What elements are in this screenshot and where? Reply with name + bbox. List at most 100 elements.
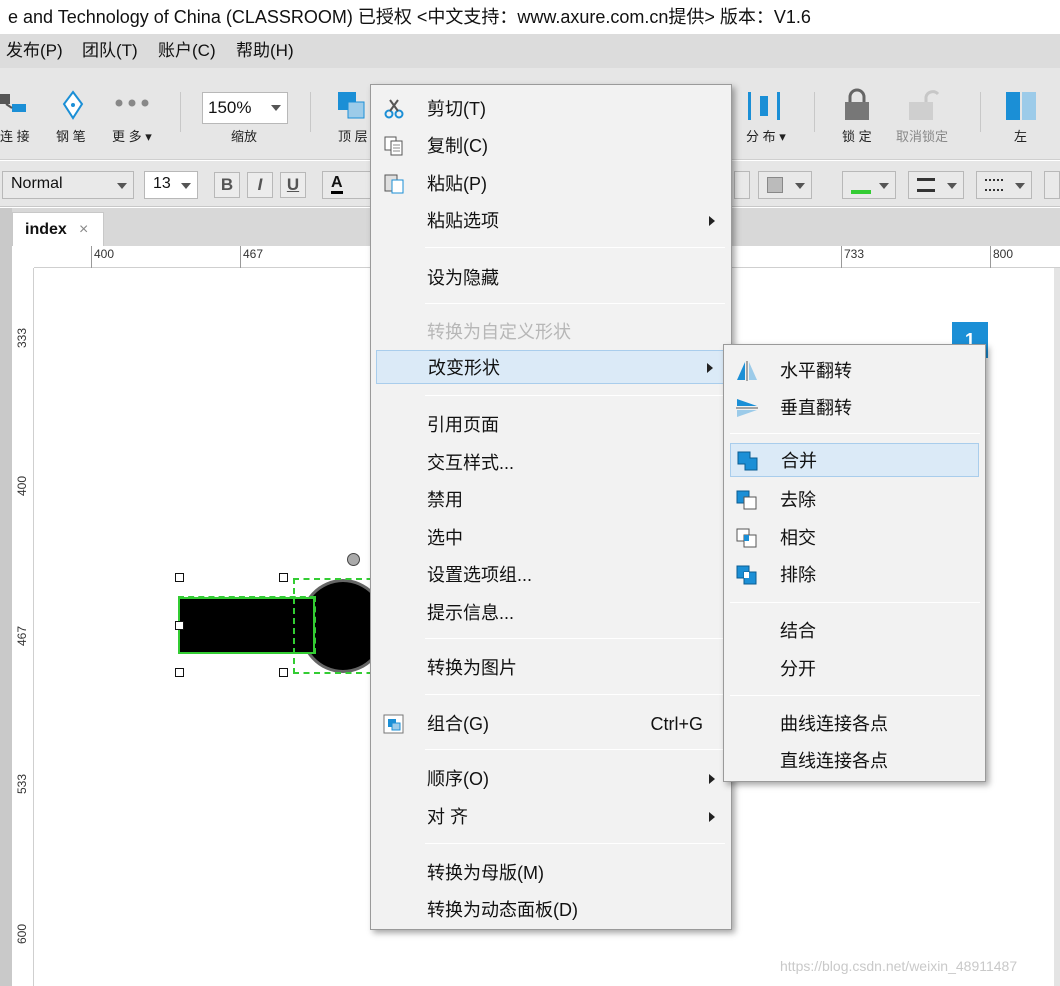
distribute-icon[interactable]: [746, 90, 782, 122]
resize-handle[interactable]: [175, 621, 184, 630]
group-icon: [383, 714, 404, 734]
window-title: e and Technology of China (CLASSROOM) 已授…: [0, 0, 1060, 34]
line-color-select[interactable]: [842, 171, 896, 199]
menu-separator: [730, 433, 980, 434]
more-label[interactable]: 更 多 ▾: [112, 126, 152, 145]
left-panel-edge[interactable]: [0, 208, 12, 986]
style-value: Normal: [11, 175, 63, 192]
menu-item-group[interactable]: 组合(G) Ctrl+G: [371, 707, 731, 741]
menu-item-label: 组合(G): [427, 714, 489, 734]
menu-item-order[interactable]: 顺序(O): [371, 762, 731, 796]
chevron-right-icon: [709, 774, 715, 784]
menu-item-interaction-style[interactable]: 交互样式...: [371, 446, 731, 480]
toolbar-divider: [814, 92, 815, 132]
connect-icon[interactable]: [0, 90, 30, 120]
submenu-item-subtract[interactable]: 去除: [724, 483, 985, 517]
resize-handle[interactable]: [279, 573, 288, 582]
unlock-icon[interactable]: [906, 88, 940, 122]
menu-bar: 发布(P) 团队(T) 账户(C) 帮助(H): [0, 34, 1060, 68]
submenu-item-intersect[interactable]: 相交: [724, 521, 985, 555]
style-select[interactable]: Normal: [2, 171, 134, 199]
resize-handle[interactable]: [175, 668, 184, 677]
menu-item-label: 转换为母版(M): [427, 863, 544, 883]
union-icon: [737, 451, 758, 471]
submenu-item-label: 结合: [780, 621, 816, 641]
menu-item-paste[interactable]: 粘贴(P): [371, 167, 731, 201]
lock-icon[interactable]: [842, 88, 872, 122]
more-icon[interactable]: [114, 98, 150, 108]
toolbar-divider: [310, 92, 311, 132]
submenu-item-union[interactable]: 合并: [730, 443, 979, 477]
intersect-icon: [736, 528, 757, 548]
bring-to-front-icon[interactable]: [336, 90, 368, 122]
menu-item-paste-options[interactable]: 粘贴选项: [371, 204, 731, 238]
chevron-down-icon: [947, 183, 957, 189]
italic-button[interactable]: I: [247, 172, 273, 198]
line-style-select[interactable]: [976, 171, 1032, 199]
menu-item-reference-page[interactable]: 引用页面: [371, 408, 731, 442]
submenu-item-flip-vertical[interactable]: 垂直翻转: [724, 391, 985, 425]
menu-help[interactable]: 帮助(H): [236, 34, 294, 68]
resize-handle[interactable]: [279, 668, 288, 677]
menu-item-option-group[interactable]: 设置选项组...: [371, 558, 731, 592]
copy-icon: [384, 136, 403, 156]
rotate-handle[interactable]: [347, 553, 360, 566]
toolbar-divider: [980, 92, 981, 132]
menu-item-change-shape[interactable]: 改变形状: [376, 350, 730, 384]
menu-team[interactable]: 团队(T): [82, 34, 138, 68]
submenu-item-flip-horizontal[interactable]: 水平翻转: [724, 354, 985, 388]
submenu-item-separate[interactable]: 分开: [724, 652, 985, 686]
zoom-select[interactable]: 150%: [202, 92, 288, 124]
shadow-select[interactable]: [758, 171, 812, 199]
front-label: 顶 层: [338, 129, 368, 144]
tab-index[interactable]: index ×: [12, 212, 104, 246]
subtract-icon: [736, 490, 757, 510]
menu-item-label: 改变形状: [428, 358, 500, 378]
submenu-item-combine[interactable]: 结合: [724, 614, 985, 648]
close-icon[interactable]: ×: [79, 221, 88, 239]
underline-button[interactable]: U: [280, 172, 306, 198]
ruler-label: 800: [993, 247, 1014, 261]
arrow-style-select[interactable]: [1044, 171, 1060, 199]
font-size-select[interactable]: 13: [144, 171, 198, 199]
font-color-select[interactable]: A: [322, 171, 372, 199]
menu-item-align[interactable]: 对 齐: [371, 800, 731, 834]
fill-select[interactable]: [734, 171, 750, 199]
menu-publish[interactable]: 发布(P): [6, 34, 63, 68]
menu-item-label: 转换为图片: [427, 658, 517, 678]
bold-button[interactable]: B: [214, 172, 240, 198]
menu-item-label: 提示信息...: [427, 603, 515, 623]
scissors-icon: [384, 99, 404, 119]
resize-handle[interactable]: [175, 573, 184, 582]
ruler-label: 467: [243, 247, 264, 261]
menu-separator: [425, 303, 725, 304]
line-width-select[interactable]: [908, 171, 964, 199]
menu-item-label: 粘贴选项: [427, 211, 499, 231]
menu-item-select[interactable]: 选中: [371, 521, 731, 555]
canvas-scroll-edge[interactable]: [1054, 268, 1060, 986]
font-size-value: 13: [153, 175, 171, 192]
pen-icon[interactable]: [60, 90, 86, 120]
align-left-icon[interactable]: [1004, 90, 1040, 122]
ruler-tick: [990, 246, 991, 268]
menu-item-convert-master[interactable]: 转换为母版(M): [371, 856, 731, 890]
menu-item-hide[interactable]: 设为隐藏: [371, 261, 731, 295]
submenu-item-curve-connect[interactable]: 曲线连接各点: [724, 707, 985, 741]
change-shape-submenu: 水平翻转 垂直翻转 合并 去除 相交 排除 结合 分开 曲线连接各点 直线连接各…: [723, 344, 986, 782]
submenu-item-line-connect[interactable]: 直线连接各点: [724, 744, 985, 778]
menu-account[interactable]: 账户(C): [158, 34, 216, 68]
submenu-item-label: 相交: [780, 528, 816, 548]
menu-item-shortcut: Ctrl+G: [650, 714, 703, 734]
menu-item-disable[interactable]: 禁用: [371, 483, 731, 517]
menu-item-label: 对 齐: [427, 807, 469, 827]
line-width-icon: [917, 178, 935, 192]
chevron-down-icon: [117, 183, 127, 189]
menu-item-convert-image[interactable]: 转换为图片: [371, 651, 731, 685]
menu-item-copy[interactable]: 复制(C): [371, 129, 731, 163]
menu-item-tooltip[interactable]: 提示信息...: [371, 596, 731, 630]
menu-item-cut[interactable]: 剪切(T): [371, 92, 731, 126]
submenu-item-exclude[interactable]: 排除: [724, 558, 985, 592]
menu-item-convert-dynamic-panel[interactable]: 转换为动态面板(D): [371, 893, 731, 927]
distribute-label[interactable]: 分 布 ▾: [746, 126, 786, 145]
watermark: https://blog.csdn.net/weixin_48911487: [780, 958, 1018, 974]
